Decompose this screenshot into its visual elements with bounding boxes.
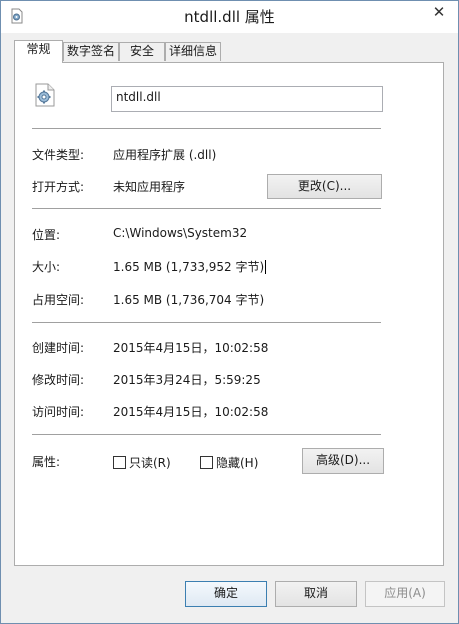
tab-security[interactable]: 安全: [119, 42, 165, 61]
change-button[interactable]: 更改(C)...: [267, 174, 382, 199]
accessed-value: 2015年4月15日，10:02:58: [113, 405, 269, 419]
close-button[interactable]: ✕: [423, 1, 455, 23]
readonly-label: 只读(R): [129, 456, 171, 470]
file-name-input[interactable]: ntdll.dll: [111, 86, 383, 112]
file-type-value: 应用程序扩展 (.dll): [113, 148, 217, 162]
accessed-label: 访问时间:: [32, 405, 85, 419]
size-on-disk-label: 占用空间:: [32, 293, 85, 307]
created-label: 创建时间:: [32, 341, 85, 355]
tab-details[interactable]: 详细信息: [165, 42, 221, 61]
tab-digital-signatures[interactable]: 数字签名: [63, 42, 119, 61]
opens-with-label: 打开方式:: [32, 180, 85, 194]
hidden-checkbox[interactable]: 隐藏(H): [200, 454, 258, 471]
file-icon: [35, 83, 55, 107]
ok-button[interactable]: 确定: [185, 581, 267, 607]
properties-window: ntdll.dll 属性 ✕ 常规 数字签名 安全 详细信息 ntdll.dll…: [0, 0, 459, 624]
text-caret: [265, 260, 267, 274]
divider: [32, 434, 381, 435]
checkbox-box[interactable]: [200, 456, 213, 469]
opens-with-value: 未知应用程序: [113, 180, 186, 194]
readonly-checkbox[interactable]: 只读(R): [113, 454, 171, 471]
title-bar: ntdll.dll 属性 ✕: [1, 1, 458, 33]
size-value: 1.65 MB (1,733,952 字节): [113, 260, 265, 274]
window-title: ntdll.dll 属性: [184, 8, 275, 26]
cancel-button[interactable]: 取消: [275, 581, 357, 607]
modified-value: 2015年3月24日，5:59:25: [113, 373, 261, 387]
modified-label: 修改时间:: [32, 373, 85, 387]
location-label: 位置:: [32, 228, 61, 242]
general-panel: [14, 62, 444, 566]
tab-general[interactable]: 常规: [14, 40, 63, 63]
checkbox-box[interactable]: [113, 456, 126, 469]
size-label: 大小:: [32, 260, 61, 274]
location-value: C:\Windows\System32: [113, 226, 248, 240]
file-type-label: 文件类型:: [32, 148, 85, 162]
divider: [32, 322, 381, 323]
apply-button[interactable]: 应用(A): [365, 581, 445, 607]
advanced-button[interactable]: 高级(D)...: [302, 448, 384, 474]
hidden-label: 隐藏(H): [216, 456, 259, 470]
attributes-label: 属性:: [32, 455, 61, 469]
divider: [32, 208, 381, 209]
created-value: 2015年4月15日，10:02:58: [113, 341, 269, 355]
divider: [32, 128, 381, 129]
size-on-disk-value: 1.65 MB (1,736,704 字节): [113, 293, 265, 307]
size-value-wrap: 1.65 MB (1,733,952 字节): [113, 258, 267, 275]
